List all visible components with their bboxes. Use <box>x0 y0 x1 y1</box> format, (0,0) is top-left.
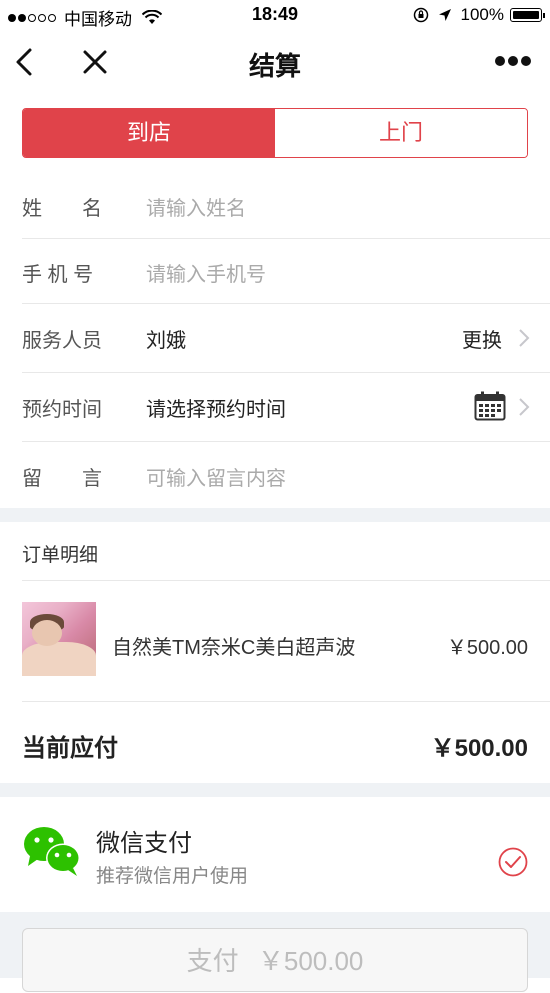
battery-percent: 100% <box>460 5 504 24</box>
payment-method-name: 微信支付 <box>96 830 192 857</box>
message-row[interactable]: 留 言 可输入留言内容 <box>22 442 550 508</box>
divider <box>22 701 550 702</box>
battery-icon <box>510 8 545 22</box>
tab-home-visit[interactable]: 上门 <box>275 109 527 157</box>
section-gap <box>0 508 550 522</box>
phone-input[interactable]: 请输入手机号 <box>146 258 266 287</box>
staff-row[interactable]: 服务人员 刘娥 更换 <box>22 304 550 373</box>
chevron-right-icon <box>519 329 530 347</box>
phone-label: 手 机 号 <box>22 264 94 286</box>
payment-method-desc: 推荐微信用户使用 <box>96 866 249 887</box>
staff-label: 服务人员 <box>22 330 102 352</box>
tab-in-store[interactable]: 到店 <box>23 109 275 157</box>
calendar-icon[interactable] <box>474 391 506 421</box>
name-label: 姓 名 <box>22 198 102 220</box>
staff-value: 刘娥 <box>146 330 186 352</box>
phone-row[interactable]: 手 机 号 请输入手机号 <box>22 239 550 304</box>
orientation-lock-icon <box>413 7 428 23</box>
location-arrow-icon <box>438 9 451 21</box>
status-bar: 中国移动 18:49 100% <box>0 0 550 30</box>
chevron-right-icon <box>519 398 530 416</box>
appointment-time-value[interactable]: 请选择预约时间 <box>146 393 286 422</box>
section-gap <box>0 783 550 797</box>
name-input[interactable]: 请输入姓名 <box>146 192 246 221</box>
pay-button[interactable]: 支付 ￥500.00 <box>22 928 528 992</box>
name-row[interactable]: 姓 名 请输入姓名 <box>22 172 550 239</box>
message-label: 留 言 <box>22 468 102 490</box>
more-icon[interactable] <box>494 54 532 68</box>
pay-button-label: 支付 <box>186 946 239 976</box>
nav-bar: 结算 <box>0 30 550 94</box>
divider <box>22 580 550 581</box>
message-input[interactable]: 可输入留言内容 <box>146 462 286 491</box>
appointment-time-row[interactable]: 预约时间 请选择预约时间 <box>22 373 550 442</box>
selected-check-icon[interactable] <box>498 847 528 877</box>
appointment-time-label: 预约时间 <box>22 399 102 421</box>
pay-button-amount: ￥500.00 <box>257 946 364 976</box>
product-name: 自然美TM奈米C美白超声波 <box>112 637 356 659</box>
total-value: ￥500.00 <box>430 735 528 762</box>
page-title: 结算 <box>248 51 301 81</box>
product-price: ￥500.00 <box>446 637 528 659</box>
status-right: 100% <box>413 5 545 25</box>
service-mode-tabs: 到店 上门 <box>22 108 528 158</box>
change-staff-button[interactable]: 更换 <box>462 324 502 353</box>
product-image <box>22 602 96 676</box>
order-detail-title: 订单明细 <box>22 545 99 566</box>
wechat-pay-icon <box>24 827 80 876</box>
total-label: 当前应付 <box>22 735 118 762</box>
